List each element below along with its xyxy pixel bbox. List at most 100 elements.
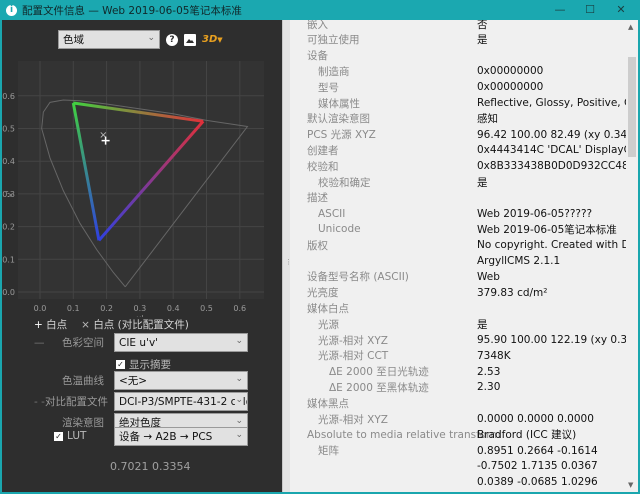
property-key: Unicode [318,223,361,236]
property-key: ΔE 2000 至黑体轨迹 [329,381,429,394]
property-key: 描述 [307,192,328,205]
maximize-button[interactable]: ☐ [575,0,605,20]
property-key: 默认渲染意图 [307,113,370,126]
property-row[interactable]: 媒体黑点 [290,395,626,411]
property-row[interactable]: 媒体属性 Reflective, Glossy, Positive, Color [290,95,626,111]
property-row[interactable]: -0.7502 1.7135 0.0367 [290,458,626,474]
property-row[interactable]: 校验和确定 是 [290,174,626,190]
property-value: ArgyllCMS 2.1.1 [477,255,561,267]
property-key: 可独立使用 [307,34,360,47]
panel-splitter[interactable]: ⋮ [282,20,292,492]
property-row[interactable]: ΔE 2000 至日光轨迹 2.53 [290,364,626,380]
property-row[interactable]: 可独立使用 是 [290,32,626,48]
property-row[interactable]: 嵌入 否 [290,20,626,32]
property-row[interactable]: 0.0389 -0.0685 1.0296 [290,474,626,490]
property-value: Web [477,270,500,283]
compare-label: 对比配置文件 [45,396,108,408]
lut-select[interactable]: 设备 → A2B → PCS ⌄ [114,426,248,446]
property-key: 媒体白点 [307,302,349,315]
3d-view-button[interactable]: 3D▼ [202,34,223,45]
property-value: 0x00000000 [477,65,544,78]
minimize-button[interactable]: — [545,0,575,20]
scroll-up-icon[interactable]: ▲ [628,23,633,31]
cct-label: 色温曲线 [62,375,104,387]
property-value: 是 [477,34,488,47]
property-row[interactable]: 光源-相对 XYZ 95.90 100.00 122.19 (xy 0.3015 … [290,332,626,348]
property-row[interactable]: ArgyllCMS 2.1.1 [290,253,626,269]
title-bar: i 配置文件信息 — Web 2019-06-05笔记本标准 — ☐ ✕ [0,0,640,20]
property-row[interactable]: 制造商 0x00000000 [290,63,626,79]
property-key: 校验和确定 [318,176,371,189]
chevron-down-icon: ⌄ [147,33,155,43]
property-row[interactable]: 创建者 0x4443414C 'DCAL' DisplayCAL [290,142,626,158]
property-value: 0.8951 0.2664 -0.1614 [477,444,598,457]
compare-profile-select[interactable]: DCI-P3/SMPTE-431-2 colo ⌄ [114,392,248,411]
property-key: 型号 [318,81,339,94]
property-value: Web 2019-06-05笔记本标准 [477,223,617,236]
plot-area [18,61,264,299]
property-value: 0.0389 -0.0685 1.0296 [477,476,598,489]
property-row[interactable]: 光亮度 379.83 cd/m² [290,285,626,301]
property-value: 感知 [477,113,498,126]
property-row[interactable]: 媒体白点 [290,300,626,316]
compare-profile-row: - - 对比配置文件 DCI-P3/SMPTE-431-2 colo ⌄ [34,392,248,411]
property-row[interactable]: 光源-相对 XYZ 0.0000 0.0000 0.0000 [290,411,626,427]
property-row[interactable]: 设备 [290,48,626,64]
property-value: Reflective, Glossy, Positive, Color [477,97,626,109]
view-select-value: 色域 [63,34,84,46]
property-row[interactable]: 校验和 0x8B333438B0D0D932CC488ADC0 [290,158,626,174]
property-value: 否 [477,20,488,31]
scrollbar-thumb[interactable] [628,57,636,157]
property-row[interactable]: 版权 No copyright. Created with Displa [290,237,626,253]
property-row[interactable]: 描述 [290,190,626,206]
property-value: 是 [477,318,488,331]
lut-checkbox[interactable]: ✓ LUT [54,430,86,442]
show-summary-checkbox[interactable]: ✓ 显示摘要 [116,357,171,372]
property-key: 版权 [307,239,328,252]
property-value: 是 [477,176,488,189]
property-row[interactable]: ΔE 2000 至黑体轨迹 2.30 [290,379,626,395]
property-row[interactable]: Unicode Web 2019-06-05笔记本标准 [290,221,626,237]
property-row[interactable]: 设备型号名称 (ASCII) Web [290,269,626,285]
property-key: 光亮度 [307,287,339,300]
gamut-panel: 色域 ⌄ ? 3D▼ 0.0 0.1 0.2 0.3 0.4 0.5 0.6 0.0 0.1 0.… [2,20,282,492]
property-row[interactable]: PCS 光源 XYZ 96.42 100.00 82.49 (xy 0.3457 … [290,127,626,143]
property-row[interactable]: 矩阵 0.8951 0.2664 -0.1614 [290,443,626,459]
vertical-scrollbar[interactable]: ▲ ▼ [626,20,638,492]
gamut-chart: 0.0 0.1 0.2 0.3 0.4 0.5 0.60.00.10.20.30.40.50… [2,61,264,317]
x-tick-label: 0.3 [134,304,147,313]
image-icon[interactable] [184,33,196,46]
property-row[interactable]: Absolute to media relative transform Brad… [290,427,626,443]
property-row[interactable]: 光源-相对 CCT 7348K [290,348,626,364]
y-tick-label: 0.1 [2,255,15,264]
property-row[interactable]: ASCII Web 2019-06-05????? [290,206,626,222]
y-tick-label: 0.2 [2,223,15,232]
colorspace-select[interactable]: CIE u'v' ⌄ [114,333,248,352]
view-select[interactable]: 色域 ⌄ [58,30,160,49]
3d-label: 3D [202,34,218,45]
property-row[interactable]: 默认渲染意图 感知 [290,111,626,127]
chevron-down-icon: ⌄ [235,395,243,405]
plus-icon: + [34,319,43,331]
property-key: 光源-相对 XYZ [318,334,388,347]
property-row[interactable]: 型号 0x00000000 [290,79,626,95]
x-tick-label: 0.0 [34,304,47,313]
property-row[interactable]: 光源 是 [290,316,626,332]
cursor-coordinates: 0.7021 0.3354 [110,460,191,473]
cct-select[interactable]: <无> ⌄ [114,371,248,390]
chevron-down-icon: ⌄ [235,429,243,440]
property-key: 嵌入 [307,20,328,31]
property-value: 0x8B333438B0D0D932CC488ADC0 [477,160,626,173]
x-tick-label: 0.5 [200,304,213,313]
dropdown-arrow-icon: ▼ [217,36,223,44]
colorspace-value: CIE u'v' [119,336,159,349]
close-button[interactable]: ✕ [606,0,636,20]
property-value: Web 2019-06-05????? [477,207,593,220]
scroll-down-icon[interactable]: ▼ [628,481,633,489]
y-tick-label: 0.5 [2,125,15,134]
x-tick-label: 0.4 [167,304,180,313]
help-icon[interactable]: ? [166,33,178,46]
y-axis-label: v' [5,190,14,197]
colorspace-label: 色彩空间 [62,337,104,349]
property-key: 设备型号名称 (ASCII) [307,271,409,284]
